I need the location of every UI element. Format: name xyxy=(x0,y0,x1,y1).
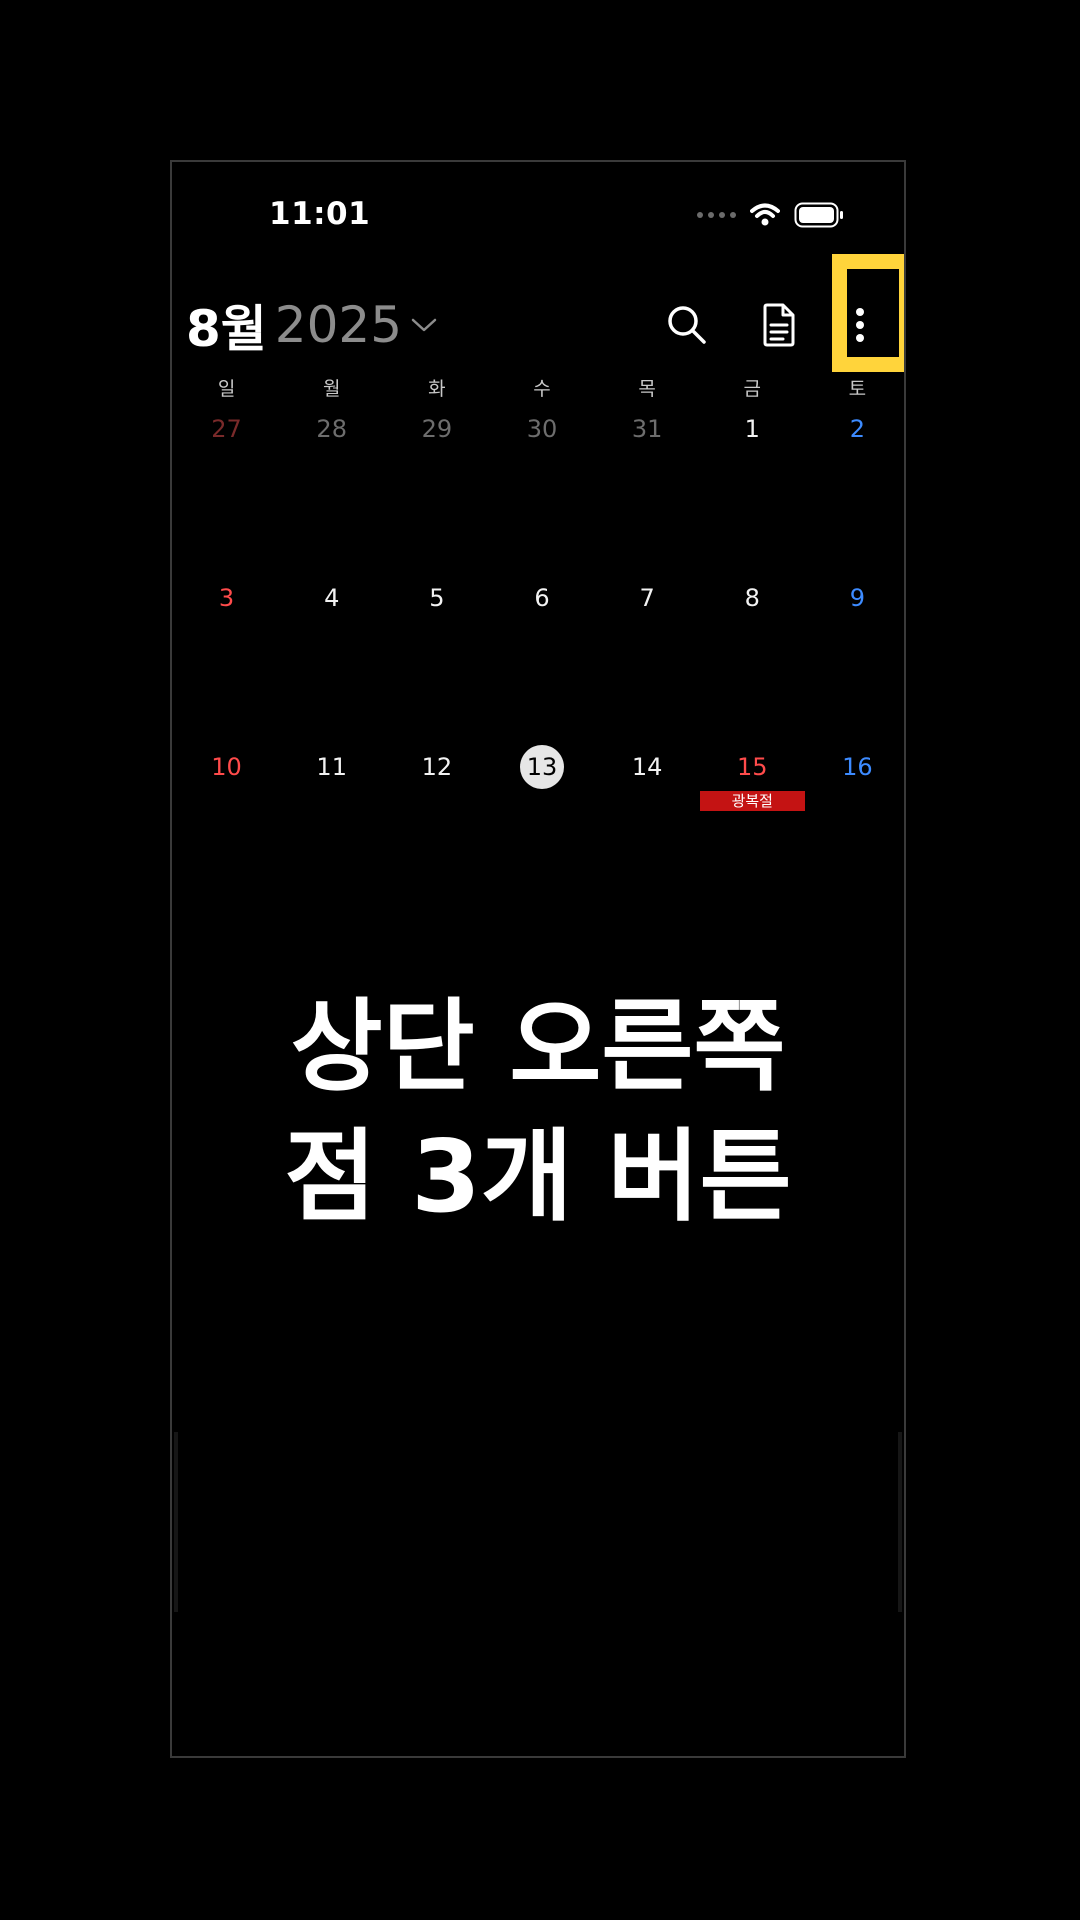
battery-icon xyxy=(794,202,843,228)
day-number: 10 xyxy=(211,753,242,781)
day-number: 9 xyxy=(849,584,866,612)
day-number: 30 xyxy=(526,415,558,443)
scroll-edge-right xyxy=(898,1432,902,1612)
highlight-box xyxy=(832,254,904,372)
calendar-day[interactable]: 2 xyxy=(805,407,904,447)
month-year-selector[interactable]: 8월 2025 xyxy=(186,280,438,370)
calendar-day[interactable]: 27 xyxy=(174,407,279,447)
weekday-label: 월 xyxy=(322,378,341,400)
weekday-label: 목 xyxy=(638,378,656,400)
weekday-label: 수 xyxy=(533,378,551,400)
calendar-day[interactable]: 10 xyxy=(174,745,279,785)
calendar-day[interactable]: 28 xyxy=(279,407,384,447)
calendar-day[interactable]: 31 xyxy=(595,407,700,447)
calendar-day[interactable]: 3 xyxy=(174,576,279,616)
calendar-day[interactable]: 14 xyxy=(595,745,700,785)
weekday-label: 일 xyxy=(217,378,236,400)
calendar-day[interactable]: 11 xyxy=(279,745,384,785)
phone-screen: 11:01 8월 2025 일 월 화 수 목 금 토 27 28 29 30 … xyxy=(170,160,906,1758)
cellular-signal-icon xyxy=(697,212,736,218)
weekday-label: 금 xyxy=(743,378,762,400)
day-number: 15 xyxy=(736,753,768,781)
day-number: 11 xyxy=(316,753,347,781)
calendar-header: 8월 2025 xyxy=(172,280,904,370)
calendar-day[interactable]: 9 xyxy=(805,576,904,616)
search-button[interactable] xyxy=(652,280,722,370)
calendar-day[interactable]: 30 xyxy=(489,407,594,447)
holiday-event-tag[interactable]: 광복절 xyxy=(699,791,805,811)
weekday-header: 일 월 화 수 목 금 토 xyxy=(174,374,904,401)
calendar-day[interactable]: 15 광복절 xyxy=(699,745,805,811)
wifi-icon xyxy=(750,203,780,226)
instruction-line-1: 상단 오른쪽 xyxy=(290,988,786,1105)
calendar-day[interactable]: 6 xyxy=(489,576,594,616)
day-number: 5 xyxy=(429,584,445,612)
weekday-label: 화 xyxy=(428,378,446,400)
year-label: 2025 xyxy=(274,296,403,354)
day-number: 3 xyxy=(218,584,235,612)
document-icon xyxy=(763,303,795,347)
calendar-week-3: 10 11 12 13 14 15 광복절 16 xyxy=(174,745,904,811)
day-number: 27 xyxy=(211,415,242,443)
calendar-day[interactable]: 12 xyxy=(384,745,489,785)
calendar-week-2: 3 4 5 6 7 8 9 xyxy=(174,576,904,616)
weekday-label: 토 xyxy=(848,378,867,400)
search-icon xyxy=(668,306,706,344)
calendar-day[interactable]: 8 xyxy=(700,576,805,616)
day-number: 1 xyxy=(744,415,760,443)
scroll-edge-left xyxy=(174,1432,178,1612)
calendar-day[interactable]: 7 xyxy=(595,576,700,616)
day-number: 14 xyxy=(631,753,663,781)
calendar-day[interactable]: 29 xyxy=(384,407,489,447)
day-number: 7 xyxy=(639,584,655,612)
instruction-line-2: 점 3개 버튼 xyxy=(284,1118,792,1235)
month-label: 8월 xyxy=(186,300,267,358)
document-button[interactable] xyxy=(744,280,814,370)
day-number: 31 xyxy=(631,415,663,443)
day-number: 29 xyxy=(421,415,453,443)
day-number: 28 xyxy=(316,415,347,443)
day-number: 6 xyxy=(534,584,550,612)
day-number: 13 xyxy=(519,745,564,789)
calendar-day[interactable]: 16 xyxy=(805,745,904,785)
day-number: 8 xyxy=(744,584,760,612)
day-number: 2 xyxy=(849,415,866,443)
status-indicators xyxy=(697,202,844,228)
calendar-day[interactable]: 1 xyxy=(700,407,805,447)
day-number: 4 xyxy=(324,584,340,612)
status-time: 11:01 xyxy=(269,196,371,232)
calendar-day[interactable]: 13 xyxy=(489,745,594,789)
day-number: 12 xyxy=(421,753,453,781)
calendar-day[interactable]: 4 xyxy=(279,576,384,616)
calendar-day[interactable]: 5 xyxy=(384,576,489,616)
day-number: 16 xyxy=(842,753,873,781)
chevron-down-icon xyxy=(410,316,438,334)
calendar-week-1: 27 28 29 30 31 1 2 xyxy=(174,407,904,447)
instruction-overlay: 상단 오른쪽 점 3개 버튼 xyxy=(172,982,904,1242)
